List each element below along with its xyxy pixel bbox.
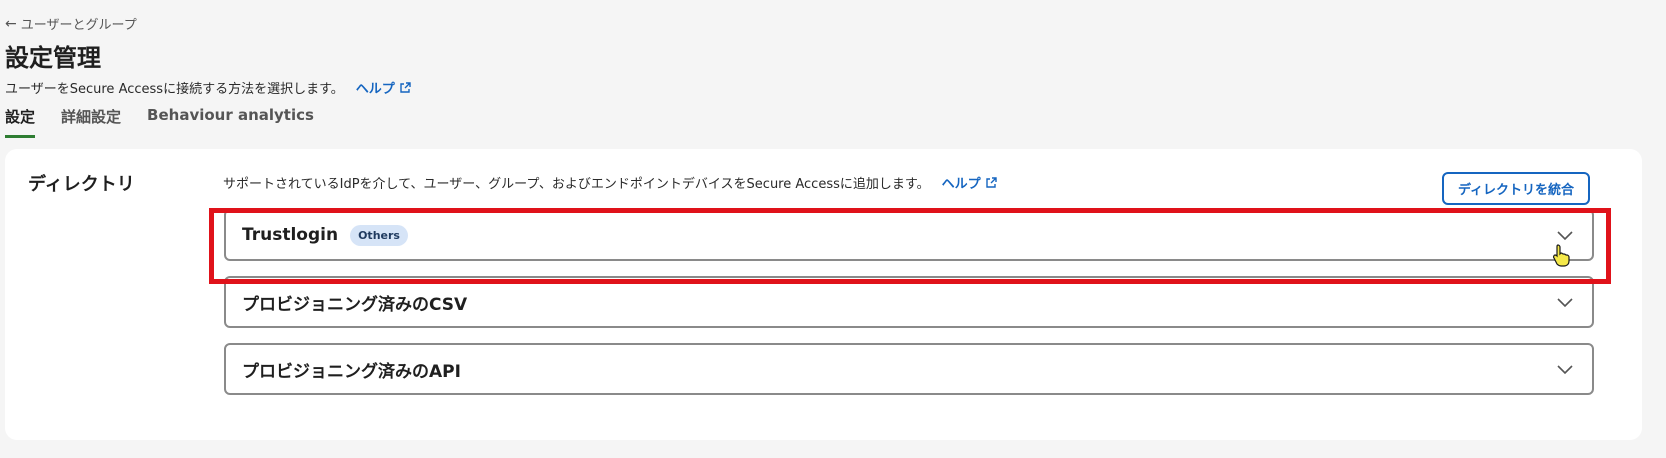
- external-link-icon: [400, 81, 411, 93]
- directory-type-badge: Others: [350, 224, 408, 246]
- section-label: ディレクトリ: [28, 174, 135, 195]
- external-link-icon: [985, 176, 997, 188]
- tab-settings[interactable]: 設定: [5, 106, 36, 138]
- directory-card: ディレクトリ サポートされているIdPを介して、ユーザー、グループ、およびエンド…: [5, 149, 1642, 440]
- arrow-left-icon: ←: [5, 15, 17, 32]
- back-link[interactable]: ← ユーザーとグループ: [5, 14, 137, 34]
- directory-item-name: プロビジョニング済みのAPI: [242, 361, 461, 382]
- tab-advanced-settings[interactable]: 詳細設定: [61, 106, 121, 138]
- chevron-down-icon[interactable]: [1556, 363, 1574, 375]
- back-link-label: ユーザーとグループ: [20, 18, 137, 33]
- chevron-down-icon[interactable]: [1556, 296, 1574, 308]
- tab-behaviour-analytics[interactable]: Behaviour analytics: [147, 106, 314, 138]
- page-subtitle: ユーザーをSecure Accessに接続する方法を選択します。 ヘルプ: [5, 78, 411, 97]
- directory-item-name: プロビジョニング済みのCSV: [242, 294, 468, 315]
- help-link-label: ヘルプ: [355, 82, 395, 97]
- integrate-directory-button[interactable]: ディレクトリを統合: [1442, 172, 1590, 205]
- directory-item-provisioned-csv[interactable]: プロビジョニング済みのCSV: [224, 276, 1594, 328]
- description-text: サポートされているIdPを介して、ユーザー、グループ、およびエンドポイントデバイ…: [223, 177, 930, 192]
- tab-bar: 設定 詳細設定 Behaviour analytics: [5, 106, 314, 138]
- chevron-down-icon[interactable]: [1556, 229, 1574, 241]
- settings-page: ← ユーザーとグループ 設定管理 ユーザーをSecure Accessに接続する…: [0, 0, 1666, 458]
- directory-item-name: Trustlogin: [242, 225, 339, 245]
- help-link[interactable]: ヘルプ: [356, 78, 411, 97]
- directory-description: サポートされているIdPを介して、ユーザー、グループ、およびエンドポイントデバイ…: [223, 173, 997, 192]
- page-title: 設定管理: [5, 44, 101, 72]
- subtitle-text: ユーザーをSecure Accessに接続する方法を選択します。: [5, 82, 344, 97]
- directory-item-trustlogin[interactable]: Trustlogin Others: [224, 209, 1594, 261]
- directory-item-provisioned-api[interactable]: プロビジョニング済みのAPI: [224, 343, 1594, 395]
- directory-help-link[interactable]: ヘルプ: [942, 173, 997, 192]
- directory-help-label: ヘルプ: [941, 177, 981, 192]
